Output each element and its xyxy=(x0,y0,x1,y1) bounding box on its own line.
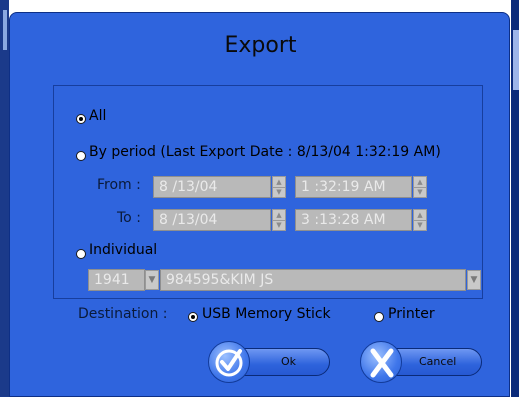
year-select[interactable]: 1941 xyxy=(88,269,145,291)
checkmark-icon[interactable] xyxy=(208,341,250,383)
radio-usb-label[interactable]: USB Memory Stick xyxy=(202,306,331,322)
from-date-field[interactable]: 8 /13/04 xyxy=(153,176,271,198)
cancel-button-label[interactable]: Cancel xyxy=(419,349,456,375)
dialog-title: Export xyxy=(224,33,297,58)
ok-button-label[interactable]: Ok xyxy=(281,349,296,375)
radio-usb-memory-stick[interactable] xyxy=(188,312,198,322)
export-dialog: Export All By period (Last Export Date :… xyxy=(9,12,510,397)
person-select[interactable]: 984595&KIM JS xyxy=(160,269,466,291)
destination-label: Destination : xyxy=(78,306,168,322)
radio-by-period[interactable] xyxy=(76,151,86,161)
background-window-right-highlight xyxy=(513,30,519,90)
radio-by-period-label[interactable]: By period (Last Export Date : 8/13/04 1:… xyxy=(89,144,441,160)
radio-individual-label[interactable]: Individual xyxy=(89,242,157,258)
radio-individual[interactable] xyxy=(76,249,86,259)
from-time-field[interactable]: 1 :32:19 AM xyxy=(295,176,412,198)
arrow-down-icon[interactable]: ▼ xyxy=(273,220,285,230)
from-label: From : xyxy=(97,177,141,193)
background-window-left-edge xyxy=(0,0,9,397)
x-icon[interactable] xyxy=(360,341,402,383)
to-time-spinner[interactable]: ▲ ▼ xyxy=(413,209,427,231)
chevron-down-icon[interactable]: ▼ xyxy=(467,270,481,290)
arrow-down-icon[interactable]: ▼ xyxy=(273,187,285,197)
radio-all-label[interactable]: All xyxy=(89,108,106,124)
from-time-spinner[interactable]: ▲ ▼ xyxy=(413,176,427,198)
to-date-field[interactable]: 8 /13/04 xyxy=(153,209,271,231)
to-time-field[interactable]: 3 :13:28 AM xyxy=(295,209,412,231)
export-options-panel: All By period (Last Export Date : 8/13/0… xyxy=(53,85,483,299)
radio-all[interactable] xyxy=(76,114,86,124)
radio-printer-label[interactable]: Printer xyxy=(388,306,435,322)
chevron-down-icon[interactable]: ▼ xyxy=(145,270,159,290)
background-window-highlight xyxy=(3,10,7,50)
radio-printer[interactable] xyxy=(374,312,384,322)
to-date-spinner[interactable]: ▲ ▼ xyxy=(272,209,286,231)
from-date-spinner[interactable]: ▲ ▼ xyxy=(272,176,286,198)
arrow-down-icon[interactable]: ▼ xyxy=(414,187,426,197)
arrow-down-icon[interactable]: ▼ xyxy=(414,220,426,230)
to-label: To : xyxy=(117,210,141,226)
